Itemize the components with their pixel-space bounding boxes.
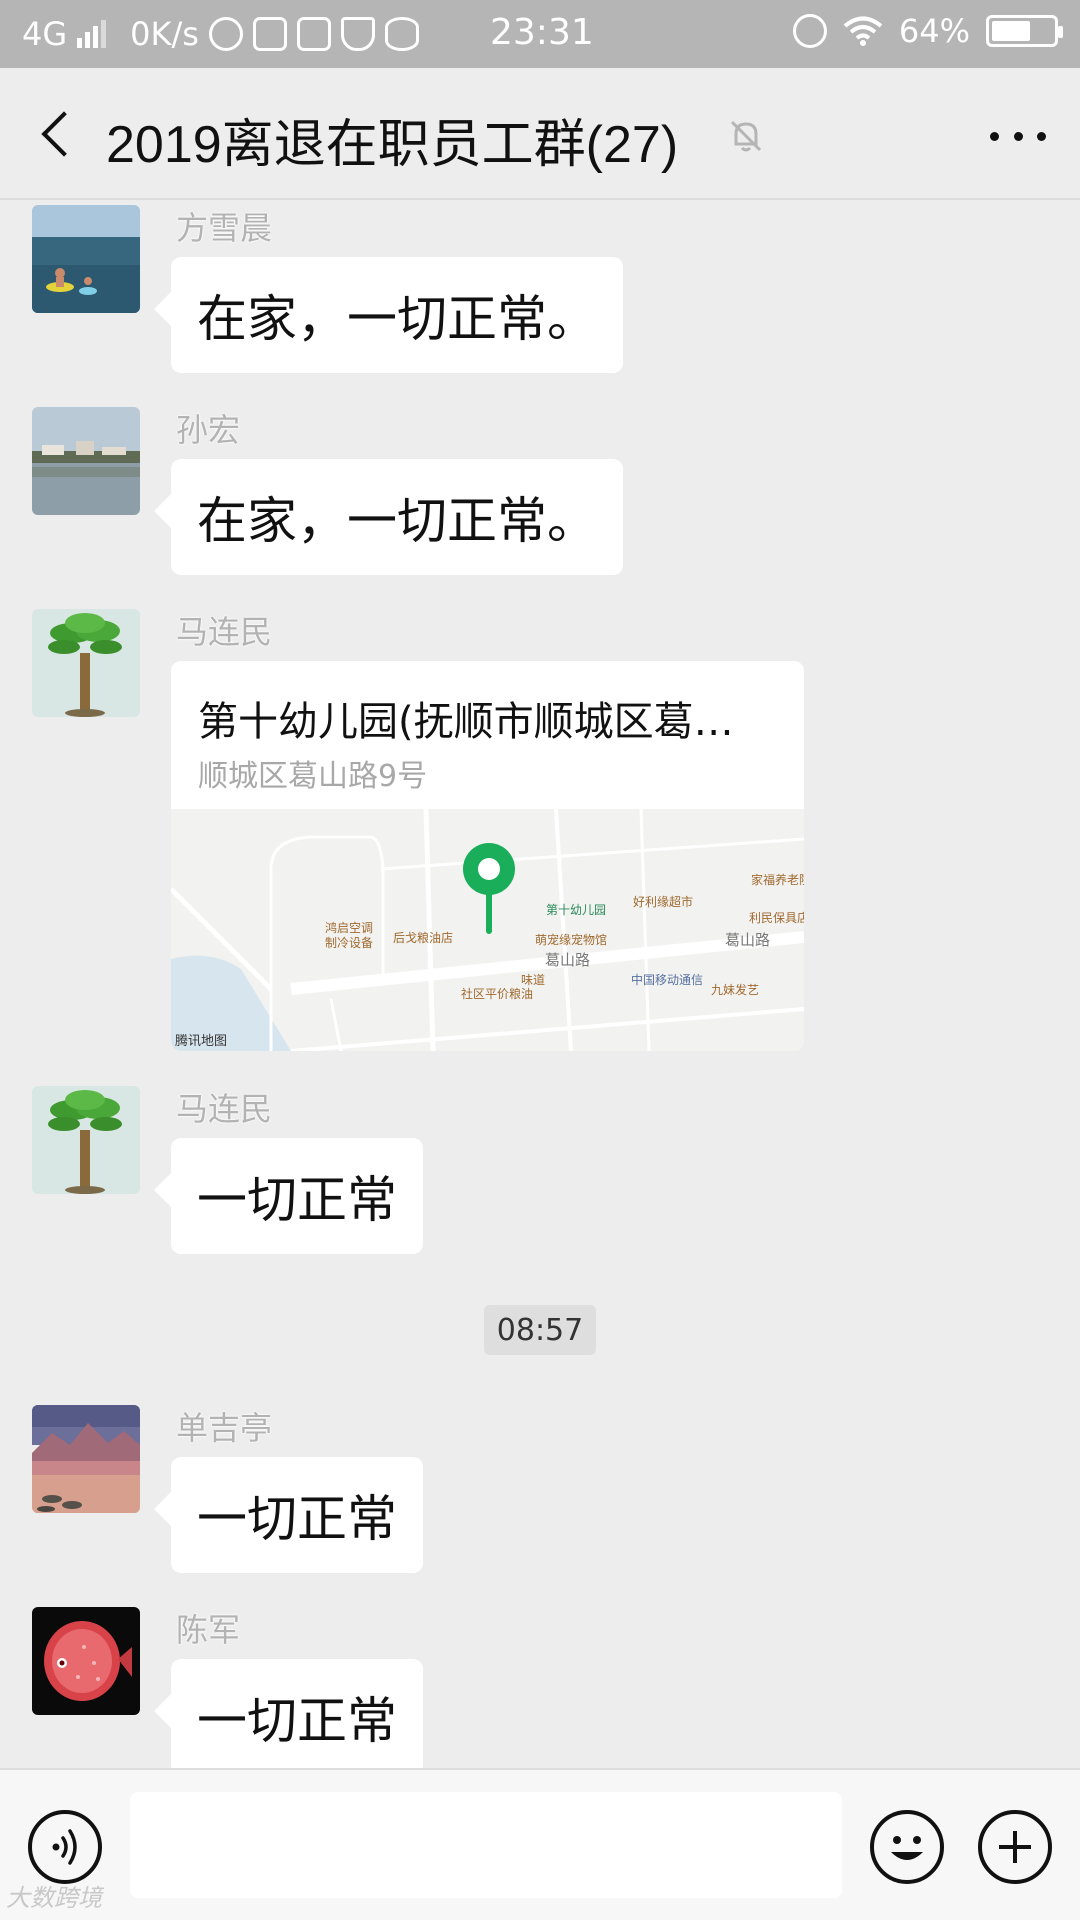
network-speed: 0K/s bbox=[130, 15, 199, 53]
map-provider-logo: 腾讯地图 bbox=[175, 1034, 228, 1049]
map-label: 利民保具店 bbox=[749, 911, 804, 925]
more-icon[interactable] bbox=[990, 128, 1046, 144]
message-bubble[interactable]: 在家，一切正常。 bbox=[171, 257, 623, 373]
avatar[interactable] bbox=[32, 407, 140, 515]
timestamp-divider: 08:57 bbox=[484, 1305, 596, 1355]
back-icon[interactable] bbox=[30, 104, 90, 164]
battery-level bbox=[992, 21, 1031, 41]
map-label: 社区平价粮油 bbox=[461, 987, 534, 1001]
location-title: 第十幼儿园(抚顺市顺城区葛… bbox=[198, 699, 734, 745]
smiley-face bbox=[891, 1836, 923, 1860]
alarm-icon bbox=[792, 14, 827, 48]
clock: 23:31 bbox=[490, 12, 594, 53]
shield-icon bbox=[340, 17, 375, 51]
sender-name: 陈军 bbox=[176, 1611, 241, 1649]
avatar[interactable] bbox=[32, 609, 140, 717]
wifi-icon bbox=[843, 16, 883, 46]
avatar[interactable] bbox=[32, 205, 140, 313]
mountain-lake-sunset-photo bbox=[32, 1405, 140, 1513]
network-type: 4G bbox=[22, 15, 68, 53]
mute-bell-icon bbox=[730, 120, 762, 152]
map-pin-icon bbox=[463, 843, 515, 934]
map-label: 葛山路 bbox=[725, 931, 771, 949]
location-card[interactable]: 第十幼儿园(抚顺市顺城区葛… 顺城区葛山路9号 家福养老院 bbox=[171, 661, 804, 1051]
message-bubble[interactable]: 一切正常 bbox=[171, 1457, 423, 1573]
status-left: 4G 0K/s bbox=[22, 15, 419, 53]
map-label: 九妹发艺 bbox=[711, 983, 760, 997]
message-input[interactable] bbox=[130, 1792, 842, 1898]
avatar[interactable] bbox=[32, 1607, 140, 1715]
location-address: 顺城区葛山路9号 bbox=[198, 759, 428, 794]
chat-title: 2019离退在职员工群(27) bbox=[106, 116, 679, 174]
input-bar bbox=[0, 1768, 1080, 1920]
map-label: 第十幼儿园 bbox=[546, 903, 607, 917]
screenshot-icon bbox=[296, 17, 331, 51]
avatar[interactable] bbox=[32, 1086, 140, 1194]
browser-icon bbox=[208, 17, 243, 51]
map-label: 萌宠缘宠物馆 bbox=[535, 933, 608, 947]
battery-percent: 64% bbox=[898, 12, 970, 50]
map-label: 好利缘超市 bbox=[633, 895, 694, 909]
map-label: 葛山路 bbox=[545, 951, 591, 969]
sender-name: 单吉亭 bbox=[176, 1409, 273, 1447]
chat-header: 2019离退在职员工群(27) bbox=[0, 68, 1080, 200]
red-discus-fish-photo bbox=[32, 1607, 140, 1715]
voice-icon[interactable] bbox=[28, 1810, 102, 1884]
map-label: 后戈粮油店 bbox=[393, 931, 454, 945]
voice-waves bbox=[52, 1829, 77, 1865]
emoji-icon[interactable] bbox=[870, 1810, 944, 1884]
message-bubble[interactable]: 在家，一切正常。 bbox=[171, 459, 623, 575]
avatar[interactable] bbox=[32, 1405, 140, 1513]
map-label: 鸿启空调制冷设备 bbox=[325, 921, 374, 950]
palm-tree-photo bbox=[32, 1086, 140, 1194]
battery-icon bbox=[986, 15, 1063, 47]
notes-icon bbox=[252, 17, 287, 51]
map-label: 中国移动通信 bbox=[631, 973, 704, 987]
status-bar: 4G 0K/s 23:31 64% bbox=[0, 0, 1080, 68]
map-preview[interactable]: 家福养老院 第十幼儿园 好利缘超市 利民保具店 鸿启空调制冷设备 后戈粮油店 萌… bbox=[171, 809, 804, 1051]
sender-name: 马连民 bbox=[176, 1090, 273, 1128]
sea-swimmers-photo bbox=[32, 205, 140, 313]
sender-name: 方雪晨 bbox=[176, 209, 273, 247]
storage-icon bbox=[384, 17, 419, 51]
message-bubble[interactable]: 一切正常 bbox=[171, 1138, 423, 1254]
sender-name: 马连民 bbox=[176, 613, 273, 651]
sender-name: 孙宏 bbox=[176, 411, 241, 449]
status-right: 64% bbox=[792, 12, 1063, 50]
watermark: 大数跨境 bbox=[6, 1884, 102, 1912]
palm-tree-photo bbox=[32, 609, 140, 717]
plus-icon[interactable] bbox=[978, 1810, 1052, 1884]
signal-icon bbox=[77, 20, 107, 48]
lake-island-photo bbox=[32, 407, 140, 515]
map-label: 家福养老院 bbox=[751, 873, 804, 887]
message-bubble[interactable]: 一切正常 bbox=[171, 1659, 423, 1775]
